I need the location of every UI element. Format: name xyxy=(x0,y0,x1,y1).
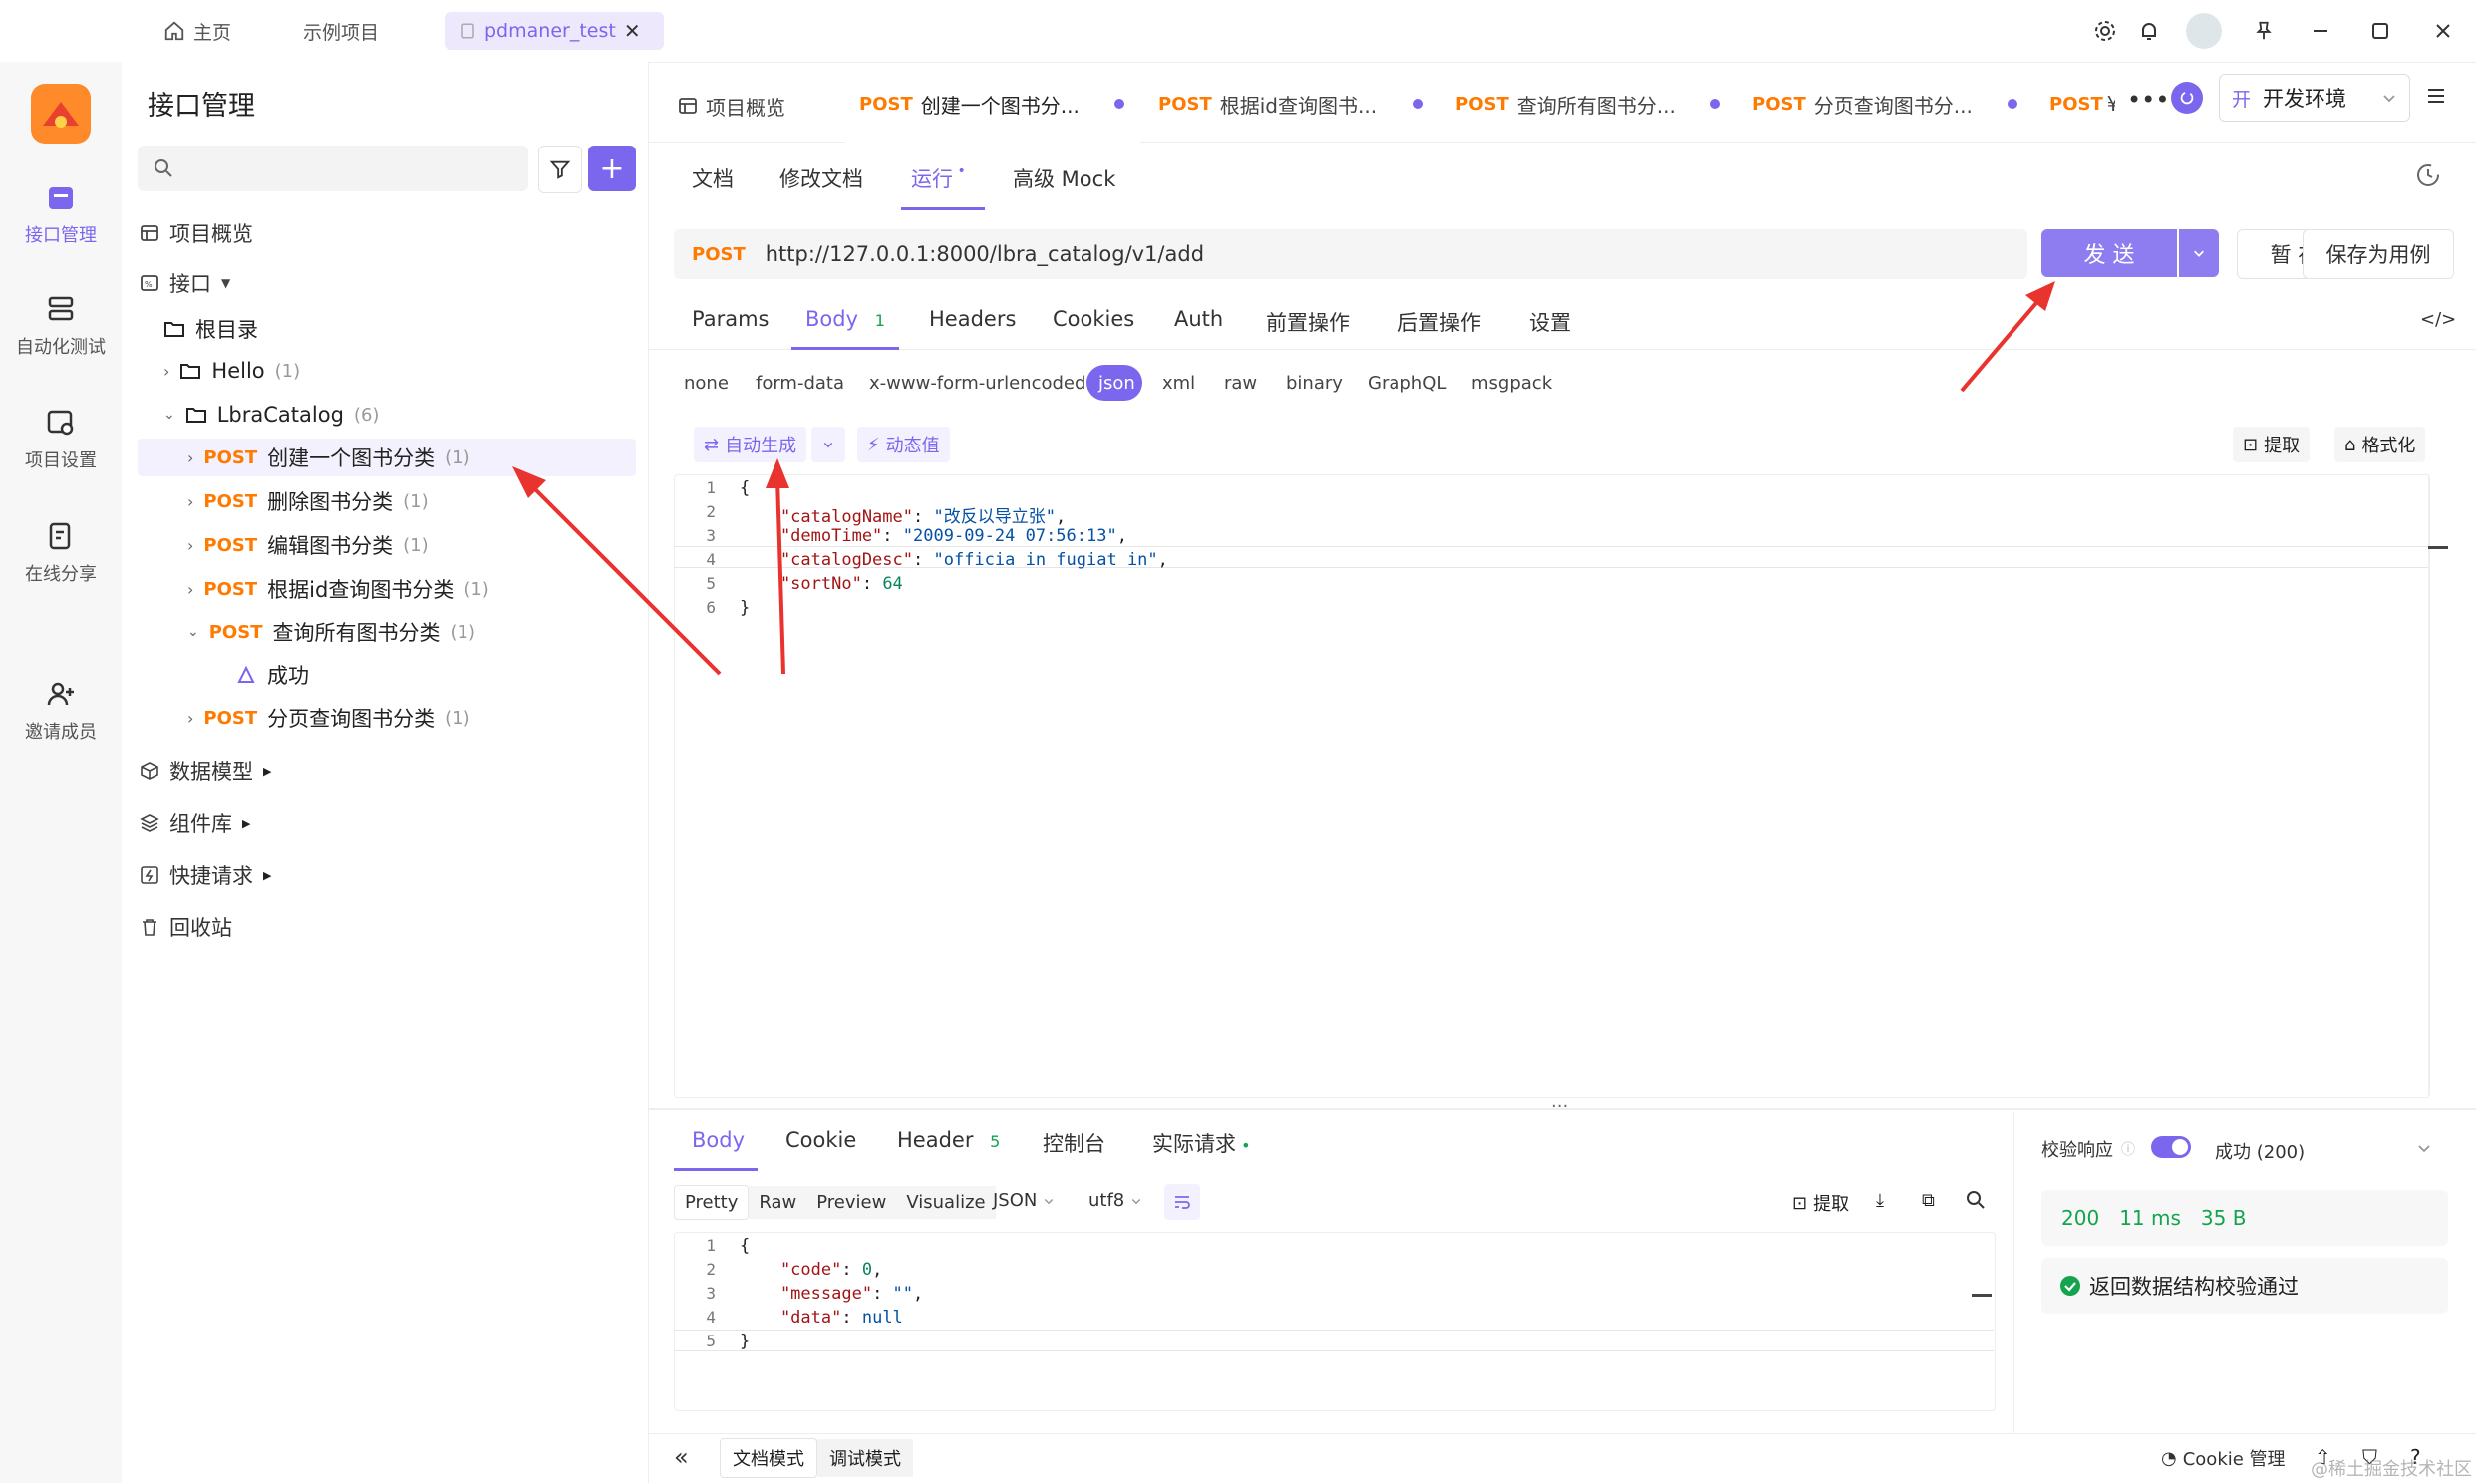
arrow-to-send xyxy=(1960,281,2055,393)
annotation-arrows xyxy=(512,281,2055,676)
arrow-to-autogen xyxy=(766,458,789,675)
arrow-to-tree-item xyxy=(512,466,722,676)
